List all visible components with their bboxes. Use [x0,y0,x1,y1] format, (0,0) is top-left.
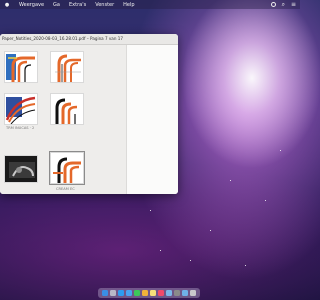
menu-window[interactable]: Venster [95,2,114,8]
folder-icon[interactable] [182,290,188,296]
page-thumbnail-5[interactable] [4,155,38,183]
search-icon[interactable]: ⌕ [282,1,285,9]
thumbnail-sidebar[interactable]: TRM INUCAS · 2 CREAM EC [0,45,127,194]
dock [98,288,200,298]
page-thumbnail-1[interactable] [4,51,38,83]
document-page-view[interactable] [127,45,178,194]
control-center-icon[interactable]: ≡ [291,1,296,8]
photos-icon[interactable] [142,290,148,296]
menu-tools[interactable]: Extra's [69,2,86,8]
mail-icon[interactable] [126,290,132,296]
apple-menu-icon[interactable]: ● [4,2,10,8]
page-thumbnail-current[interactable] [49,151,85,185]
music-icon[interactable] [158,290,164,296]
finder-icon[interactable] [102,290,108,296]
menu-help[interactable]: Help [123,2,134,8]
thumbnail-caption: CREAM EC [56,187,75,191]
window-title[interactable]: Paper_Notities_2020-08-03_16.28.01.pdf –… [0,34,178,45]
page-thumbnail-3[interactable] [4,93,38,125]
page-thumbnail-4[interactable] [50,93,84,125]
clock-icon[interactable] [270,2,276,7]
menu-go[interactable]: Ga [53,2,60,8]
page-thumbnail-2[interactable] [50,51,84,83]
preview-icon[interactable] [166,290,172,296]
menubar-status-area: ⌕ ≡ [270,0,296,9]
settings-icon[interactable] [174,290,180,296]
launchpad-icon[interactable] [110,290,116,296]
thumbnail-caption: TRM INUCAS · 2 [6,126,35,130]
preview-window[interactable]: Paper_Notities_2020-08-03_16.28.01.pdf –… [0,34,178,194]
notes-icon[interactable] [150,290,156,296]
menu-view[interactable]: Weergave [19,2,44,8]
menu-bar: ● Weergave Ga Extra's Venster Help ⌕ ≡ [0,0,300,9]
trash-icon[interactable] [190,290,196,296]
safari-icon[interactable] [118,290,124,296]
messages-icon[interactable] [134,290,140,296]
